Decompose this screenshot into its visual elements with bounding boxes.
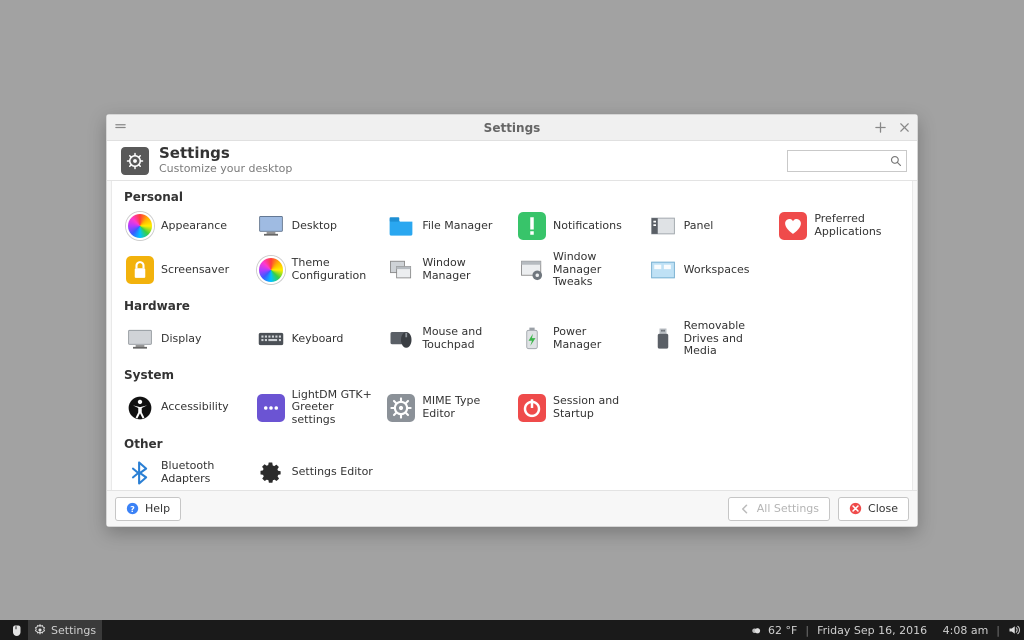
settings-app-icon <box>121 147 149 175</box>
window-maximize-button[interactable] <box>873 121 887 135</box>
folder-icon <box>387 212 415 240</box>
panel-icon <box>649 212 677 240</box>
gear-icon <box>257 459 285 487</box>
category-other: Other <box>124 437 904 451</box>
svg-text:?: ? <box>130 504 135 514</box>
item-bluetooth[interactable]: Bluetooth Adapters <box>120 453 251 490</box>
taskbar[interactable]: Settings 62 °F | Friday Sep 16, 2016 4:0… <box>0 620 1024 640</box>
settings-window: Settings Settings Customize your desktop… <box>106 114 918 527</box>
item-lightdm-greeter[interactable]: LightDM GTK+ Greeter settings <box>251 384 382 432</box>
category-system: System <box>124 368 904 382</box>
item-window-manager[interactable]: Window Manager <box>381 246 512 294</box>
header-bar: Settings Customize your desktop <box>107 141 917 181</box>
all-settings-button: All Settings <box>728 497 830 521</box>
color-wheel-icon <box>257 256 285 284</box>
weather-text[interactable]: 62 °F <box>768 624 797 637</box>
heart-icon <box>779 212 807 240</box>
taskbar-menu-button[interactable] <box>4 620 28 640</box>
accessibility-icon <box>126 394 154 422</box>
item-theme-configuration[interactable]: Theme Configuration <box>251 246 382 294</box>
help-icon: ? <box>126 502 139 515</box>
header-text: Settings Customize your desktop <box>159 146 292 175</box>
usb-drive-icon <box>649 325 677 353</box>
close-icon <box>849 502 862 515</box>
monitor-icon <box>257 212 285 240</box>
header-title: Settings <box>159 146 292 162</box>
window-menu-icon[interactable] <box>113 121 127 135</box>
item-accessibility[interactable]: Accessibility <box>120 384 251 432</box>
item-file-manager[interactable]: File Manager <box>381 206 512 246</box>
category-personal: Personal <box>124 190 904 204</box>
gear-icon <box>34 624 46 636</box>
item-settings-editor[interactable]: Settings Editor <box>251 453 382 490</box>
workspaces-icon <box>649 256 677 284</box>
item-mouse-touchpad[interactable]: Mouse and Touchpad <box>381 315 512 363</box>
weather-icon <box>750 624 762 636</box>
item-panel[interactable]: Panel <box>643 206 774 246</box>
item-desktop[interactable]: Desktop <box>251 206 382 246</box>
mouse-menu-icon <box>10 624 22 636</box>
item-session-startup[interactable]: Session and Startup <box>512 384 643 432</box>
item-workspaces[interactable]: Workspaces <box>643 246 774 294</box>
window-title: Settings <box>107 121 917 135</box>
notification-icon <box>518 212 546 240</box>
lock-icon <box>126 256 154 284</box>
bluetooth-icon <box>126 459 154 487</box>
item-mime-editor[interactable]: MIME Type Editor <box>381 384 512 432</box>
item-preferred-applications[interactable]: Preferred Applications <box>773 206 904 246</box>
taskbar-app-settings[interactable]: Settings <box>28 620 102 640</box>
taskbar-app-label: Settings <box>51 624 96 637</box>
item-appearance[interactable]: Appearance <box>120 206 251 246</box>
time-text[interactable]: 4:08 am <box>943 624 989 637</box>
item-removable-drives[interactable]: Removable Drives and Media <box>643 315 774 363</box>
display-icon <box>126 325 154 353</box>
window-gear-icon <box>518 256 546 284</box>
search-input[interactable] <box>792 154 882 167</box>
footer-bar: ? Help All Settings Close <box>107 490 917 526</box>
volume-icon[interactable] <box>1008 624 1020 636</box>
battery-icon <box>518 325 546 353</box>
search-icon <box>890 155 902 167</box>
window-close-button[interactable] <box>897 121 911 135</box>
gear-square-icon <box>387 394 415 422</box>
item-keyboard[interactable]: Keyboard <box>251 315 382 363</box>
item-window-manager-tweaks[interactable]: Window Manager Tweaks <box>512 246 643 294</box>
help-button[interactable]: ? Help <box>115 497 181 521</box>
power-icon <box>518 394 546 422</box>
mouse-icon <box>387 325 415 353</box>
close-button[interactable]: Close <box>838 497 909 521</box>
color-wheel-icon <box>126 212 154 240</box>
system-tray: 62 °F | Friday Sep 16, 2016 4:08 am | <box>750 624 1020 637</box>
item-notifications[interactable]: Notifications <box>512 206 643 246</box>
item-display[interactable]: Display <box>120 315 251 363</box>
settings-content: Personal Appearance Desktop File Manager… <box>111 181 913 490</box>
login-icon <box>257 394 285 422</box>
titlebar[interactable]: Settings <box>107 115 917 141</box>
windows-icon <box>387 256 415 284</box>
item-power-manager[interactable]: Power Manager <box>512 315 643 363</box>
keyboard-icon <box>257 325 285 353</box>
back-arrow-icon <box>739 503 751 515</box>
date-text[interactable]: Friday Sep 16, 2016 <box>817 624 927 637</box>
item-screensaver[interactable]: Screensaver <box>120 246 251 294</box>
search-field[interactable] <box>787 150 907 172</box>
header-subtitle: Customize your desktop <box>159 162 292 175</box>
category-hardware: Hardware <box>124 299 904 313</box>
